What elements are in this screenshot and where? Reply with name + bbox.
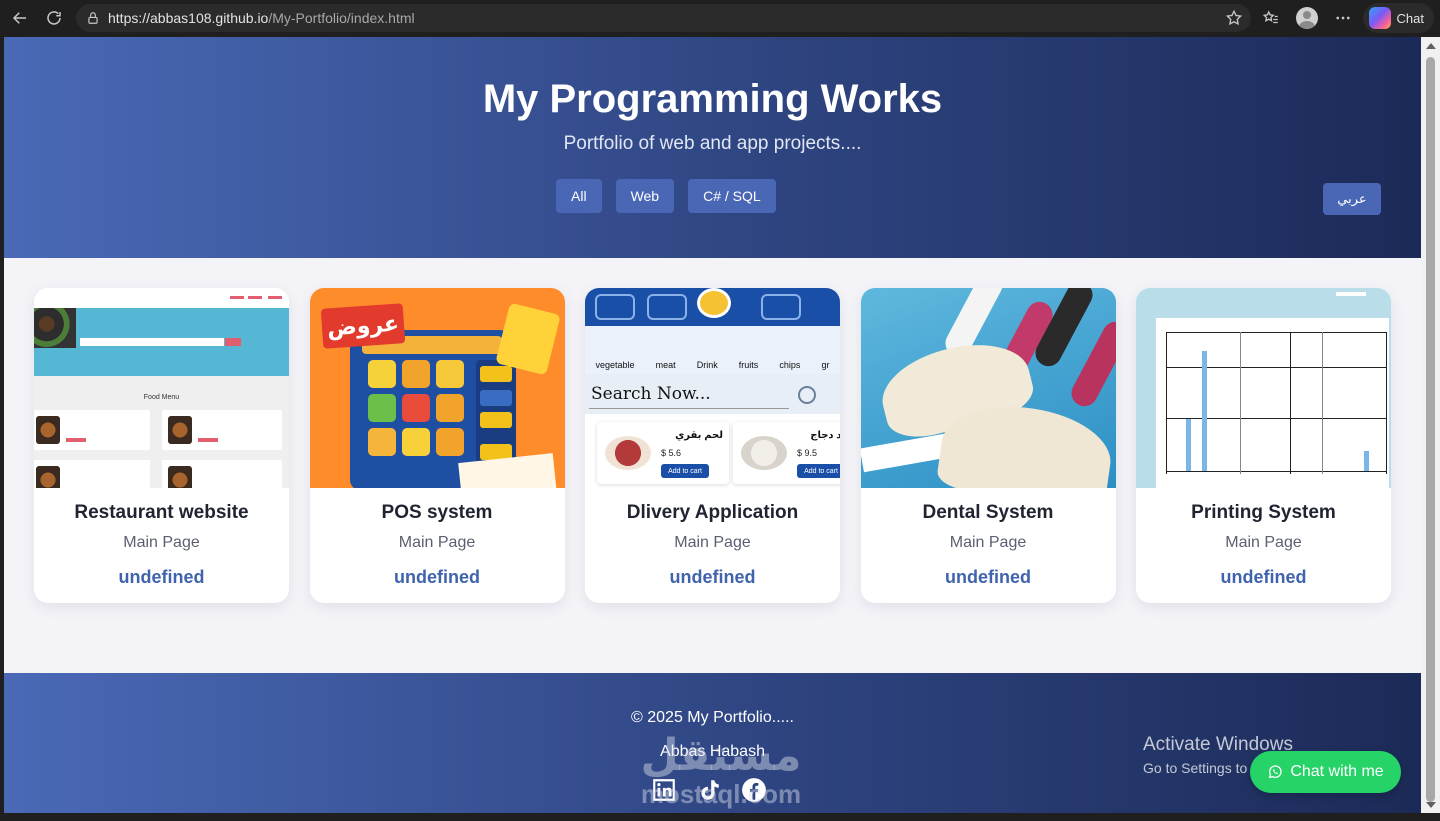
- browser-toolbar: https://abbas108.github.io/My-Portfolio/…: [0, 0, 1440, 36]
- whatsapp-chat-button[interactable]: Chat with me: [1250, 751, 1401, 793]
- star-icon[interactable]: [1225, 9, 1243, 27]
- project-card[interactable]: Printing System Main Page undefined: [1136, 288, 1391, 603]
- project-link[interactable]: undefined: [861, 567, 1116, 588]
- scroll-thumb[interactable]: [1426, 57, 1435, 802]
- reload-icon[interactable]: [40, 4, 68, 32]
- project-card[interactable]: Food Menu Restaurant website Main Page u…: [34, 288, 289, 603]
- favorites-icon[interactable]: [1255, 2, 1287, 34]
- project-title: Restaurant website: [74, 502, 249, 523]
- project-link[interactable]: undefined: [1136, 567, 1391, 588]
- filter-csharp-sql-button[interactable]: C# / SQL: [688, 179, 776, 213]
- copilot-icon: [1368, 7, 1391, 29]
- project-title: Printing System: [1191, 502, 1336, 523]
- project-card[interactable]: Dental System Main Page undefined: [860, 288, 1116, 603]
- project-subtitle: Main Page: [123, 534, 200, 551]
- project-subtitle: Main Page: [674, 534, 751, 551]
- site-watermark: مستقل mostaql.com: [640, 731, 802, 809]
- more-icon[interactable]: [1327, 2, 1359, 34]
- project-link[interactable]: undefined: [310, 567, 565, 588]
- footer-copyright: © 2025 My Portfolio.....: [631, 709, 794, 726]
- page-scrollbar[interactable]: [1421, 37, 1440, 813]
- project-thumbnail: Food Menu: [34, 288, 289, 488]
- url-text: https://abbas108.github.io/My-Portfolio/…: [108, 10, 415, 26]
- project-title: Dental System: [922, 502, 1054, 523]
- hero-header: My Programming Works Portfolio of web an…: [4, 37, 1421, 258]
- filter-web-button[interactable]: Web: [615, 179, 675, 213]
- address-bar[interactable]: https://abbas108.github.io/My-Portfolio/…: [76, 4, 1251, 32]
- projects-grid: Food Menu Restaurant website Main Page u…: [34, 288, 1391, 603]
- project-thumbnail: [1136, 288, 1391, 488]
- project-subtitle: Main Page: [1225, 534, 1302, 551]
- copilot-chat-button[interactable]: Chat: [1362, 3, 1434, 33]
- project-title: POS system: [381, 502, 493, 523]
- scroll-up-arrow[interactable]: [1426, 43, 1436, 49]
- project-link[interactable]: undefined: [34, 567, 289, 588]
- project-thumbnail: عروض: [309, 288, 565, 488]
- project-thumbnail: [860, 288, 1116, 488]
- whatsapp-icon: [1268, 765, 1282, 779]
- scroll-down-arrow[interactable]: [1426, 802, 1436, 808]
- project-title: Dlivery Application: [626, 502, 799, 523]
- profile-icon[interactable]: [1291, 2, 1323, 34]
- page-title: My Programming Works: [482, 77, 943, 121]
- filter-all-button[interactable]: All: [556, 179, 602, 213]
- window-bottom-edge: [0, 813, 1440, 821]
- project-thumbnail: vegetable meat Drink fruits chips gr Sea…: [585, 288, 840, 488]
- back-icon[interactable]: [6, 4, 34, 32]
- project-card[interactable]: عروض POS system Main Page undefined: [309, 288, 565, 603]
- lock-icon[interactable]: [86, 11, 100, 25]
- filter-bar: All Web C# / SQL: [556, 179, 790, 213]
- project-subtitle: Main Page: [398, 534, 476, 551]
- project-card[interactable]: vegetable meat Drink fruits chips gr Sea…: [585, 288, 840, 603]
- page-viewport: My Programming Works Portfolio of web an…: [4, 37, 1421, 813]
- project-subtitle: Main Page: [949, 534, 1027, 551]
- project-link[interactable]: undefined: [585, 567, 840, 588]
- language-toggle-button[interactable]: عربي: [1323, 183, 1381, 215]
- page-subtitle: Portfolio of web and app projects....: [563, 133, 862, 154]
